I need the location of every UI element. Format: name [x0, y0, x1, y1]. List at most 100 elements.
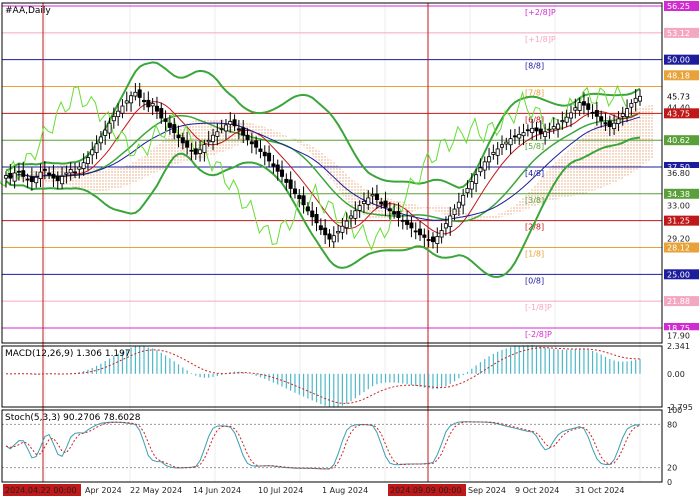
time-label: 2024.04.22 00:00: [5, 486, 76, 495]
candle-body: [353, 210, 358, 219]
candle-body: [586, 103, 591, 110]
candle-body: [249, 141, 254, 145]
candle-body: [292, 188, 297, 195]
candle-body: [47, 172, 52, 176]
candle-body: [435, 236, 440, 244]
candle-body: [107, 122, 112, 134]
candle-body: [577, 102, 582, 111]
level-label: [5/8]: [525, 142, 544, 151]
candle-body: [241, 127, 246, 136]
candle-body: [254, 140, 259, 148]
candle-body: [21, 170, 26, 177]
candle-body: [258, 148, 263, 152]
candle-body: [336, 230, 341, 234]
candle-body: [8, 172, 13, 179]
candle-body: [215, 131, 220, 137]
candle-body: [349, 215, 354, 219]
candle-body: [633, 97, 638, 103]
candle-body: [124, 100, 129, 104]
candle-body: [38, 171, 43, 179]
macd-axis-label: 0.00: [667, 370, 685, 379]
candle-body: [370, 194, 375, 197]
level-label: [0/8]: [525, 276, 544, 285]
candle-body: [392, 211, 397, 215]
candle-body: [103, 129, 108, 136]
candle-body: [491, 151, 496, 155]
candle-body: [616, 118, 621, 124]
level-label: [+2/8]P: [525, 8, 556, 17]
candle-body: [267, 152, 272, 162]
price-label: 33.00: [667, 202, 690, 211]
candle-body: [629, 103, 634, 108]
candle-body: [543, 131, 548, 137]
candle-body: [137, 89, 142, 98]
candle-body: [396, 211, 401, 219]
price-label: 53.12: [667, 29, 690, 38]
candle-body: [159, 108, 164, 119]
candle-body: [366, 197, 371, 205]
candle-body: [538, 128, 543, 134]
candle-body: [452, 208, 457, 216]
candle-body: [90, 149, 95, 156]
candle-body: [120, 105, 125, 114]
candle-body: [133, 91, 138, 97]
candle-body: [612, 122, 617, 130]
candle-body: [301, 195, 306, 206]
price-label: 17.90: [667, 331, 690, 340]
candle-body: [146, 99, 151, 108]
candle-body: [344, 220, 349, 229]
price-label: 48.18: [667, 71, 690, 80]
candle-body: [405, 219, 410, 225]
candle-body: [443, 223, 448, 229]
candle-body: [534, 127, 539, 132]
candle-body: [499, 144, 504, 148]
candle-body: [245, 134, 250, 140]
candle-body: [211, 134, 216, 143]
candle-body: [560, 120, 565, 123]
candle-body: [430, 236, 435, 243]
candle-body: [176, 134, 181, 139]
candle-body: [284, 178, 289, 183]
candle-body: [400, 219, 405, 222]
candle-body: [581, 101, 586, 106]
price-label: 34.38: [667, 190, 690, 199]
level-label: [1/8]: [525, 250, 544, 259]
candle-body: [551, 126, 556, 130]
candle-body: [474, 174, 479, 184]
chart-background: [0, 0, 700, 500]
candle-body: [607, 120, 612, 128]
level-label: [-2/8]P: [525, 330, 552, 339]
candle-body: [556, 123, 561, 130]
candle-body: [323, 227, 328, 236]
candle-body: [517, 133, 522, 139]
time-label: Apr 2024: [85, 486, 122, 495]
candle-body: [12, 172, 17, 182]
candle-body: [521, 132, 526, 137]
candle-body: [525, 129, 530, 132]
candle-body: [638, 95, 643, 102]
candle-body: [73, 171, 78, 174]
candle-body: [193, 148, 198, 155]
time-label: 31 Oct 2024: [575, 486, 624, 495]
candle-body: [129, 95, 134, 104]
macd-axis-label: 2.341: [667, 342, 690, 351]
trading-chart[interactable]: [+2/8]P[+1/8]P[8/8][7/8][6/8][5/8][4/8][…: [0, 0, 700, 500]
candle-body: [81, 162, 86, 169]
candle-body: [305, 206, 310, 212]
candle-body: [495, 148, 500, 156]
candle-body: [448, 215, 453, 227]
candle-body: [573, 107, 578, 111]
candle-body: [180, 137, 185, 144]
candle-body: [51, 173, 56, 179]
time-label: 9 Oct 2024: [515, 486, 559, 495]
stoch-axis-label: 80: [667, 420, 677, 429]
candle-body: [232, 119, 237, 127]
price-label: 21.88: [667, 297, 690, 306]
price-label: 25.00: [667, 270, 690, 279]
candle-body: [16, 170, 21, 173]
stoch-axis-label: 0: [667, 478, 672, 487]
macd-title: MACD(12,26,9) 1.306 1.197: [5, 349, 131, 359]
candle-body: [297, 195, 302, 200]
price-label: 56.25: [667, 2, 690, 11]
candle-body: [4, 175, 9, 179]
